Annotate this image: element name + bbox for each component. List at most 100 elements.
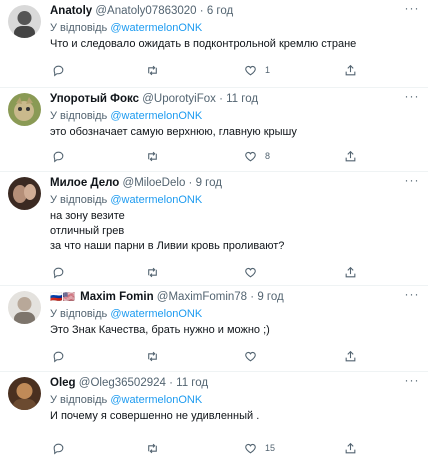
retweet-button[interactable] [146, 148, 159, 164]
reply-icon [53, 65, 64, 76]
more-options-icon[interactable]: ··· [404, 174, 420, 190]
timestamp[interactable]: 11 год [176, 377, 208, 389]
user-handle[interactable]: @UporotyiFox [142, 93, 216, 105]
user-handle[interactable]: @MiloeDelo [123, 177, 186, 189]
share-button[interactable] [344, 148, 357, 164]
tweet-text: это обозначает самую верхнюю, главную кр… [50, 125, 404, 140]
retweet-button[interactable] [146, 62, 159, 78]
like-count: 1 [265, 65, 271, 75]
timestamp[interactable]: 11 год [226, 93, 258, 105]
reply-button[interactable] [52, 264, 65, 280]
tweet-text-line: это обозначает самую верхнюю, главную кр… [50, 126, 297, 138]
share-button[interactable] [344, 264, 357, 280]
timestamp[interactable]: 9 год [257, 291, 283, 303]
like-button[interactable]: 8 [244, 148, 270, 164]
reply-to-link[interactable]: @watermelonONK [110, 22, 202, 34]
display-name[interactable]: Упоротый Фокс [50, 93, 139, 105]
reply-to-link[interactable]: @watermelonONK [110, 308, 202, 320]
tweet-header: Oleg @Oleg36502924 · 11 год [50, 376, 404, 391]
tweet-header: Anatoly @Anatoly07863020 · 6 год [50, 4, 404, 19]
user-handle[interactable]: @Oleg36502924 [79, 377, 166, 389]
share-button[interactable] [344, 348, 357, 364]
tweet-actions [50, 348, 428, 364]
tweet-header: 🇷🇺🇺🇸 Maxim Fomin @MaximFomin78 · 9 год [50, 290, 404, 305]
more-options-icon[interactable]: ··· [404, 288, 420, 304]
like-button[interactable]: 15 [244, 440, 275, 456]
reply-prefix: У відповідь [50, 22, 108, 34]
reply-icon [53, 351, 64, 362]
share-button[interactable] [344, 62, 357, 78]
share-button[interactable] [344, 440, 357, 456]
reply-prefix: У відповідь [50, 110, 108, 122]
share-icon [345, 442, 356, 453]
retweet-icon [148, 443, 157, 453]
retweet-button[interactable] [146, 264, 159, 280]
retweet-icon [148, 351, 157, 361]
reply-button[interactable] [52, 348, 65, 364]
avatar[interactable] [8, 377, 41, 410]
reply-to-link[interactable]: @watermelonONK [110, 194, 202, 206]
avatar-image [8, 177, 41, 210]
tweet-actions [50, 264, 428, 280]
more-options-icon[interactable]: ··· [404, 2, 420, 18]
reply-context: У відповідь @watermelonONK [50, 109, 404, 123]
more-options-icon[interactable]: ··· [404, 374, 420, 390]
retweet-button[interactable] [146, 348, 159, 364]
avatar[interactable] [8, 291, 41, 324]
reply-icon [53, 151, 64, 162]
reply-tweet[interactable]: 🇷🇺🇺🇸 Maxim Fomin @MaximFomin78 · 9 год У… [0, 286, 428, 372]
like-button[interactable] [244, 348, 265, 364]
reply-to-link[interactable]: @watermelonONK [110, 110, 202, 122]
tweet-text-line: И почему я совершенно не удивленный . [50, 410, 260, 422]
separator-dot: · [188, 177, 193, 189]
tweet-header: Милое Дело @MiloeDelo · 9 год [50, 176, 404, 191]
more-options-icon[interactable]: ··· [404, 90, 420, 106]
avatar[interactable] [8, 93, 41, 126]
reply-context: У відповідь @watermelonONK [50, 307, 404, 321]
timestamp[interactable]: 6 год [207, 5, 233, 17]
timestamp[interactable]: 9 год [196, 177, 222, 189]
reply-button[interactable] [52, 440, 65, 456]
reply-tweet[interactable]: Oleg @Oleg36502924 · 11 год У відповідь … [0, 372, 428, 460]
reply-prefix: У відповідь [50, 394, 108, 406]
avatar-image [8, 93, 41, 126]
tweet-text-line: Что и следовало ожидать в подконтрольной… [50, 38, 357, 50]
display-name[interactable]: Anatoly [50, 5, 92, 17]
display-name[interactable]: Maxim Fomin [80, 291, 153, 303]
avatar-image [8, 377, 41, 410]
tweet-text: Это Знак Качества, брать нужно и можно ;… [50, 323, 404, 338]
reply-tweet[interactable]: Упоротый Фокс @UporotyiFox · 11 год У ві… [0, 88, 428, 172]
avatar-image [8, 291, 41, 324]
reply-tweet[interactable]: Милое Дело @MiloeDelo · 9 год У відповід… [0, 172, 428, 286]
avatar[interactable] [8, 177, 41, 210]
heart-icon [245, 443, 256, 453]
flag-emojis: 🇷🇺🇺🇸 [50, 292, 75, 303]
reply-to-link[interactable]: @watermelonONK [110, 394, 202, 406]
display-name[interactable]: Oleg [50, 377, 76, 389]
heart-icon [245, 151, 256, 161]
heart-icon [245, 351, 256, 361]
like-button[interactable]: 1 [244, 62, 270, 78]
replies-feed: Anatoly @Anatoly07863020 · 6 год У відпо… [0, 0, 428, 460]
like-count: 8 [265, 151, 271, 161]
tweet-text: И почему я совершенно не удивленный . [50, 409, 404, 424]
reply-button[interactable] [52, 148, 65, 164]
tweet-text: Что и следовало ожидать в подконтрольной… [50, 37, 404, 52]
tweet-actions: 8 [50, 148, 428, 164]
display-name[interactable]: Милое Дело [50, 177, 119, 189]
reply-context: У відповідь @watermelonONK [50, 193, 404, 207]
like-button[interactable] [244, 264, 265, 280]
avatar[interactable] [8, 5, 41, 38]
reply-tweet[interactable]: Anatoly @Anatoly07863020 · 6 год У відпо… [0, 0, 428, 88]
tweet-text: на зону везите отличный грев за что наши… [50, 209, 404, 254]
reply-button[interactable] [52, 62, 65, 78]
separator-dot: · [199, 5, 204, 17]
retweet-icon [148, 151, 157, 161]
retweet-button[interactable] [146, 440, 159, 456]
user-handle[interactable]: @MaximFomin78 [157, 291, 247, 303]
user-handle[interactable]: @Anatoly07863020 [95, 5, 196, 17]
tweet-text-line: на зону везите [50, 210, 125, 222]
share-icon [345, 64, 356, 75]
share-icon [345, 266, 356, 277]
reply-context: У відповідь @watermelonONK [50, 393, 404, 407]
